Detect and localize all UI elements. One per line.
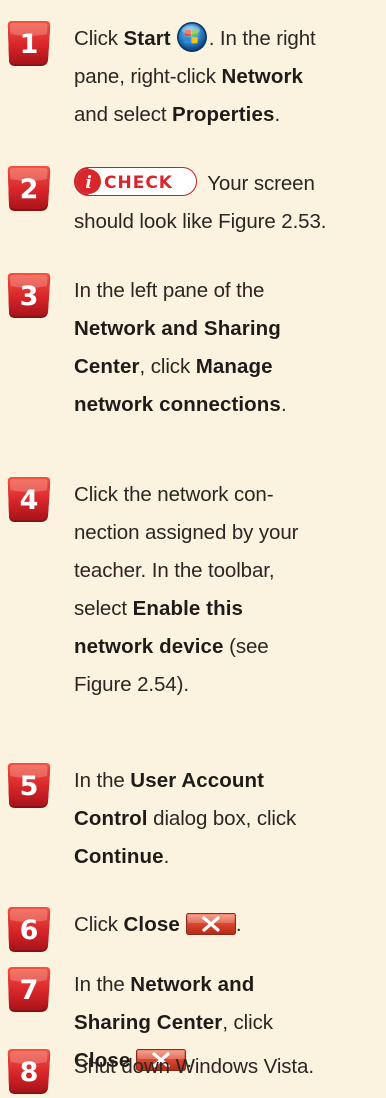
step-3-text: In the left pane of the Network and Shar… xyxy=(74,279,287,416)
svg-text:7: 7 xyxy=(20,975,39,1006)
svg-text:2: 2 xyxy=(20,174,39,205)
step-5-text: In the User Account Control dialog box, … xyxy=(74,769,297,868)
step-6: 6 Click Close. xyxy=(6,906,386,944)
svg-text:5: 5 xyxy=(20,771,39,802)
step-2-text: i CHECK Your screen should look like Figu… xyxy=(74,165,386,241)
step-8: 8 Shut down Windows Vista. xyxy=(6,1048,386,1086)
svg-text:CHECK: CHECK xyxy=(104,173,173,193)
close-button-icon xyxy=(186,913,236,935)
step-8-text: Shut down Windows Vista. xyxy=(74,1055,314,1078)
step-4-text: Click the network con- nection assigned … xyxy=(74,483,299,696)
step-badge-3: 3 xyxy=(6,272,52,322)
step-6-text: Click Close. xyxy=(74,913,242,936)
step-badge-4: 4 xyxy=(6,476,52,526)
svg-text:i: i xyxy=(85,173,91,193)
check-logo-icon: i CHECK xyxy=(74,167,198,196)
step-badge-6: 6 xyxy=(6,906,52,956)
start-orb-icon xyxy=(176,21,208,53)
step-5: 5 In the User Account Control dialog box… xyxy=(6,762,386,876)
step-1-text: Click Start. In the right pane, right-cl… xyxy=(74,20,386,134)
step-badge-5: 5 xyxy=(6,762,52,812)
svg-text:8: 8 xyxy=(20,1057,39,1088)
step-badge-7: 7 xyxy=(6,966,52,1016)
svg-text:4: 4 xyxy=(20,485,39,516)
step-1: 1 Click Start. In the right pane, right-… xyxy=(6,20,386,134)
svg-text:3: 3 xyxy=(20,281,39,312)
svg-text:6: 6 xyxy=(20,915,39,946)
step-4: 4 Click the network con- nection assigne… xyxy=(6,476,386,704)
step-3: 3 In the left pane of the Network and Sh… xyxy=(6,272,386,424)
step-2: 2 i CHECK Your screen should look like Fi… xyxy=(6,165,386,241)
svg-text:1: 1 xyxy=(20,29,39,60)
step-badge-1: 1 xyxy=(6,20,52,70)
step-badge-2: 2 xyxy=(6,165,52,215)
